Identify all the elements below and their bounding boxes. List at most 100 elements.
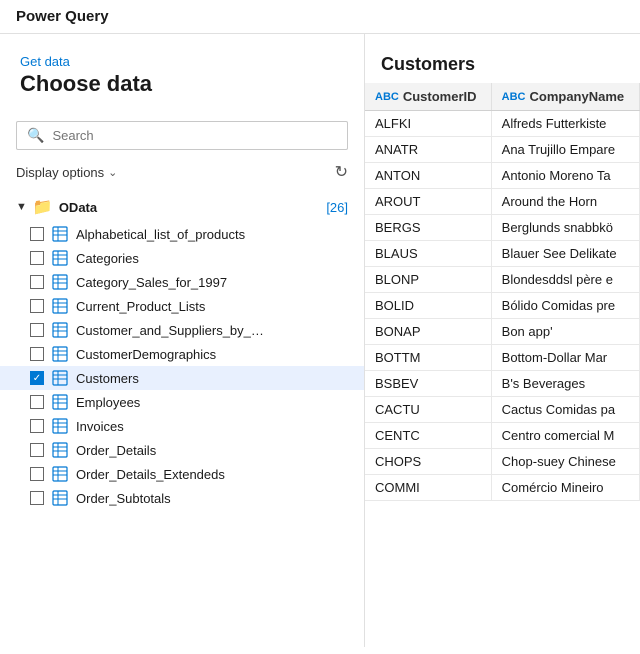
table-cell-companyname: Centro comercial M (491, 423, 639, 449)
item-checkbox[interactable] (30, 251, 44, 265)
table-row: CENTCCentro comercial M (365, 423, 640, 449)
table-cell-customerid: BONAP (365, 319, 491, 345)
search-icon: 🔍 (27, 127, 44, 144)
table-cell-customerid: BOTTM (365, 345, 491, 371)
tree-item[interactable]: CustomerDemographics (0, 342, 364, 366)
data-table-wrap[interactable]: ABC CustomerID ABC CompanyName ALFKIAlfr… (365, 83, 640, 647)
item-checkbox[interactable] (30, 275, 44, 289)
table-icon (52, 442, 68, 458)
right-panel-title: Customers (365, 34, 640, 83)
table-cell-companyname: Around the Horn (491, 189, 639, 215)
table-cell-customerid: CENTC (365, 423, 491, 449)
display-options-label: Display options (16, 165, 104, 180)
table-cell-customerid: BOLID (365, 293, 491, 319)
table-cell-customerid: CACTU (365, 397, 491, 423)
search-input[interactable] (52, 128, 337, 143)
table-cell-companyname: Alfreds Futterkiste (491, 111, 639, 137)
item-label: Order_Details (76, 443, 156, 458)
table-icon (52, 346, 68, 362)
table-row: BERGSBerglunds snabbkö (365, 215, 640, 241)
folder-icon: 📁 (33, 197, 53, 217)
tree-item[interactable]: Customers (0, 366, 364, 390)
item-label: CustomerDemographics (76, 347, 216, 362)
tree-item[interactable]: Category_Sales_for_1997 (0, 270, 364, 294)
tree-list: ▼ 📁 OData [26] Alphabetical_list_of_prod… (0, 190, 364, 647)
item-label: Current_Product_Lists (76, 299, 205, 314)
table-cell-companyname: Comércio Mineiro (491, 475, 639, 501)
col-type-icon: ABC (375, 91, 399, 103)
app-title: Power Query (16, 8, 109, 25)
tree-items-list: Alphabetical_list_of_products Categories… (0, 222, 364, 510)
item-checkbox[interactable] (30, 443, 44, 457)
table-icon (52, 394, 68, 410)
right-panel: Customers ABC CustomerID ABC CompanyName… (365, 34, 640, 647)
table-icon (52, 274, 68, 290)
table-icon (52, 418, 68, 434)
tree-item[interactable]: Order_Subtotals (0, 486, 364, 510)
refresh-button[interactable]: ↻ (335, 162, 348, 182)
col-header-label: CompanyName (530, 89, 625, 104)
item-label: Invoices (76, 419, 124, 434)
table-icon (52, 322, 68, 338)
table-cell-companyname: Blondesddsl père e (491, 267, 639, 293)
item-checkbox[interactable] (30, 491, 44, 505)
tree-item[interactable]: Employees (0, 390, 364, 414)
table-col-header-customerid: ABC CustomerID (365, 83, 491, 111)
main-container: Get data Choose data 🔍 Display options ⌄… (0, 34, 640, 647)
item-label: Customer_and_Suppliers_by_… (76, 323, 264, 338)
table-row: BOTTMBottom-Dollar Mar (365, 345, 640, 371)
col-header-label: CustomerID (403, 89, 477, 104)
table-cell-companyname: Bottom-Dollar Mar (491, 345, 639, 371)
item-checkbox[interactable] (30, 347, 44, 361)
tree-item[interactable]: Categories (0, 246, 364, 270)
item-checkbox[interactable] (30, 395, 44, 409)
table-icon (52, 370, 68, 386)
table-cell-companyname: Antonio Moreno Ta (491, 163, 639, 189)
customers-table: ABC CustomerID ABC CompanyName ALFKIAlfr… (365, 83, 640, 501)
table-cell-customerid: BLONP (365, 267, 491, 293)
table-icon (52, 298, 68, 314)
item-label: Alphabetical_list_of_products (76, 227, 245, 242)
table-row: AROUTAround the Horn (365, 189, 640, 215)
tree-item[interactable]: Invoices (0, 414, 364, 438)
tree-item[interactable]: Customer_and_Suppliers_by_… (0, 318, 364, 342)
item-checkbox[interactable] (30, 299, 44, 313)
table-cell-customerid: COMMI (365, 475, 491, 501)
table-cell-companyname: Blauer See Delikate (491, 241, 639, 267)
search-box[interactable]: 🔍 (16, 121, 348, 150)
table-row: BOLIDBólido Comidas pre (365, 293, 640, 319)
tree-item[interactable]: Order_Details (0, 438, 364, 462)
table-cell-companyname: Chop-suey Chinese (491, 449, 639, 475)
tree-item[interactable]: Current_Product_Lists (0, 294, 364, 318)
table-row: BLAUSBlauer See Delikate (365, 241, 640, 267)
item-label: Customers (76, 371, 139, 386)
table-row: BLONPBlondesddsl père e (365, 267, 640, 293)
table-cell-customerid: ANTON (365, 163, 491, 189)
table-body: ALFKIAlfreds FutterkisteANATRAna Trujill… (365, 111, 640, 501)
table-col-header-companyname: ABC CompanyName (491, 83, 639, 111)
table-cell-companyname: B's Beverages (491, 371, 639, 397)
display-options-button[interactable]: Display options ⌄ (16, 165, 117, 180)
table-icon (52, 466, 68, 482)
table-cell-customerid: AROUT (365, 189, 491, 215)
table-cell-customerid: BSBEV (365, 371, 491, 397)
get-data-label: Get data (20, 54, 344, 69)
table-cell-customerid: ANATR (365, 137, 491, 163)
group-name: OData (59, 200, 97, 215)
item-checkbox[interactable] (30, 371, 44, 385)
item-checkbox[interactable] (30, 227, 44, 241)
item-checkbox[interactable] (30, 467, 44, 481)
item-checkbox[interactable] (30, 419, 44, 433)
tree-item[interactable]: Order_Details_Extendeds (0, 462, 364, 486)
table-cell-companyname: Cactus Comidas pa (491, 397, 639, 423)
table-row: BONAPBon app' (365, 319, 640, 345)
choose-data-label: Choose data (20, 71, 344, 97)
tree-item[interactable]: Alphabetical_list_of_products (0, 222, 364, 246)
left-panel: Get data Choose data 🔍 Display options ⌄… (0, 34, 365, 647)
table-row: COMMIComércio Mineiro (365, 475, 640, 501)
odata-group-header[interactable]: ▼ 📁 OData [26] (0, 192, 364, 222)
refresh-icon: ↻ (335, 162, 348, 182)
table-row: ALFKIAlfreds Futterkiste (365, 111, 640, 137)
table-header-row: ABC CustomerID ABC CompanyName (365, 83, 640, 111)
item-checkbox[interactable] (30, 323, 44, 337)
